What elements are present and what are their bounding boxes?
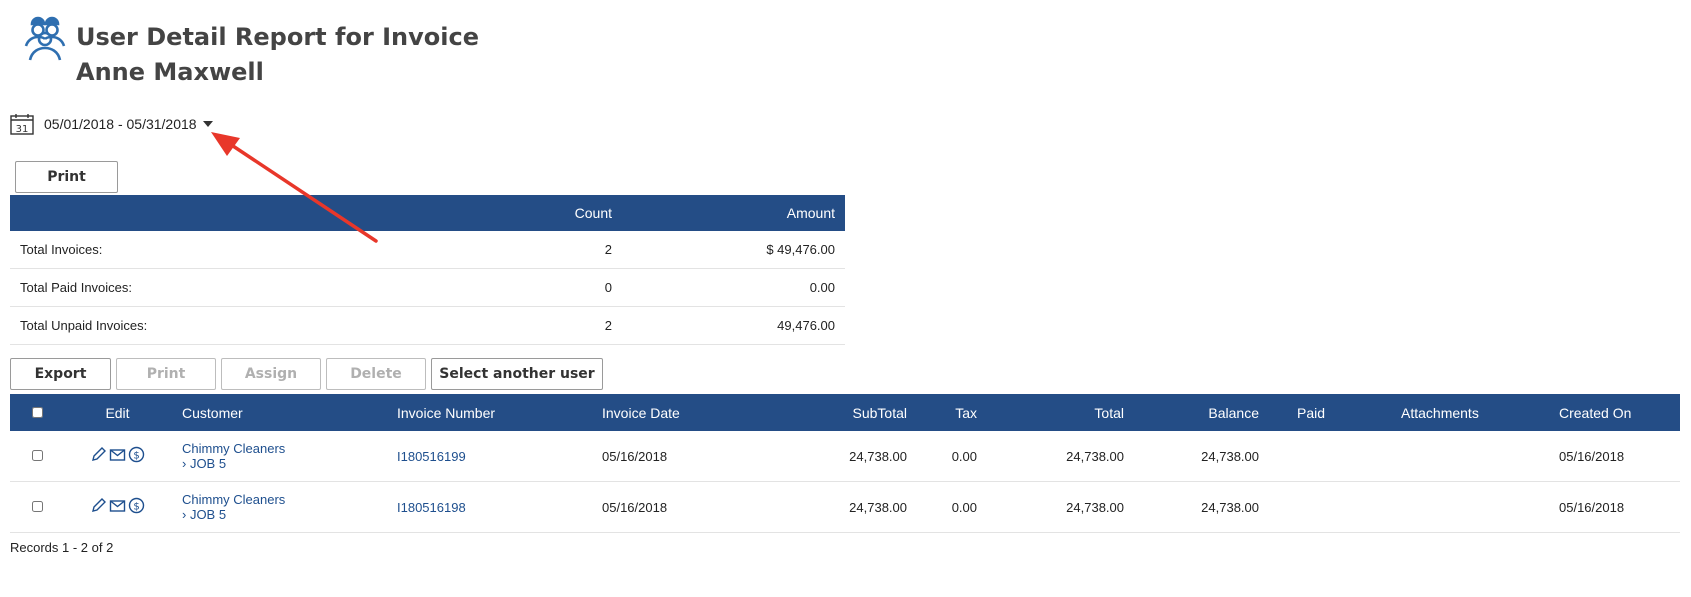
col-tax[interactable]: Tax <box>907 394 977 431</box>
delete-button[interactable]: Delete <box>326 358 426 390</box>
summary-label: Total Unpaid Invoices: <box>10 306 441 345</box>
balance: 24,738.00 <box>1124 431 1259 482</box>
invoice-number-link[interactable]: I180516198 <box>397 481 602 533</box>
users-group-icon <box>24 16 66 61</box>
email-icon[interactable] <box>109 446 126 463</box>
col-edit[interactable]: Edit <box>53 394 182 431</box>
user-name: Anne Maxwell <box>76 58 264 86</box>
calendar-day: 31 <box>16 124 29 135</box>
customer-link[interactable]: Chimmy Cleaners <box>182 441 397 456</box>
attachments <box>1399 481 1529 533</box>
records-count: Records 1 - 2 of 2 <box>10 540 114 555</box>
summary-row: Total Invoices: 2 $ 49,476.00 <box>10 231 845 269</box>
job-link[interactable]: › JOB 5 <box>182 456 397 471</box>
summary-amount: $ 49,476.00 <box>613 231 845 269</box>
summary-col-count: Count <box>574 205 612 221</box>
pencil-icon[interactable] <box>90 497 107 514</box>
customer-link[interactable]: Chimmy Cleaners <box>182 492 397 507</box>
created-on: 05/16/2018 <box>1529 431 1680 482</box>
created-on: 05/16/2018 <box>1529 481 1680 533</box>
total: 24,738.00 <box>977 481 1124 533</box>
pencil-icon[interactable] <box>90 446 107 463</box>
col-balance[interactable]: Balance <box>1124 394 1259 431</box>
summary-table: Count Amount Total Invoices: 2 $ 49,476.… <box>10 195 845 345</box>
summary-count: 2 <box>441 231 613 269</box>
job-link[interactable]: › JOB 5 <box>182 507 397 522</box>
summary-count: 2 <box>441 306 613 345</box>
subtotal: 24,738.00 <box>767 431 907 482</box>
row-checkbox[interactable] <box>32 449 43 461</box>
attachments <box>1399 431 1529 482</box>
assign-button[interactable]: Assign <box>221 358 321 390</box>
table-row: $ Chimmy Cleaners › JOB 5 I180516199 05/… <box>10 431 1680 482</box>
select-all-checkbox[interactable] <box>32 406 43 418</box>
export-button[interactable]: Export <box>10 358 111 390</box>
col-paid[interactable]: Paid <box>1259 394 1399 431</box>
summary-label: Total Invoices: <box>10 231 441 269</box>
table-row: $ Chimmy Cleaners › JOB 5 I180516198 05/… <box>10 481 1680 533</box>
row-checkbox[interactable] <box>32 500 43 512</box>
page-header: User Detail Report for Invoice Anne Maxw… <box>18 14 479 90</box>
summary-label: Total Paid Invoices: <box>10 268 441 307</box>
email-icon[interactable] <box>109 497 126 514</box>
paid <box>1259 481 1399 533</box>
col-invoice-number[interactable]: Invoice Number <box>397 394 602 431</box>
balance: 24,738.00 <box>1124 481 1259 533</box>
select-another-user-button[interactable]: Select another user <box>431 358 603 390</box>
summary-count: 0 <box>441 268 613 307</box>
date-range-picker[interactable]: 31 05/01/2018 - 05/31/2018 <box>10 113 213 135</box>
grid-header-row: Edit Customer Invoice Number Invoice Dat… <box>10 394 1680 431</box>
svg-text:$: $ <box>133 451 139 462</box>
invoice-date: 05/16/2018 <box>602 431 767 482</box>
summary-print-button[interactable]: Print <box>15 161 118 193</box>
summary-col-label <box>10 195 441 231</box>
col-attachments[interactable]: Attachments <box>1399 394 1529 431</box>
col-total[interactable]: Total <box>977 394 1124 431</box>
summary-row: Total Unpaid Invoices: 2 49,476.00 <box>10 306 845 345</box>
caret-down-icon[interactable] <box>202 121 213 127</box>
tax: 0.00 <box>907 481 977 533</box>
summary-amount: 0.00 <box>613 268 845 307</box>
summary-header-row: Count Amount <box>10 195 845 231</box>
invoice-number-link[interactable]: I180516199 <box>397 431 602 482</box>
invoice-grid: Edit Customer Invoice Number Invoice Dat… <box>10 394 1680 533</box>
calendar-icon: 31 <box>10 114 34 135</box>
total: 24,738.00 <box>977 431 1124 482</box>
summary-amount: 49,476.00 <box>613 306 845 345</box>
invoice-date: 05/16/2018 <box>602 481 767 533</box>
col-subtotal[interactable]: SubTotal <box>767 394 907 431</box>
payment-icon[interactable]: $ <box>128 497 145 514</box>
print-button[interactable]: Print <box>116 358 216 390</box>
payment-icon[interactable]: $ <box>128 446 145 463</box>
summary-row: Total Paid Invoices: 0 0.00 <box>10 268 845 307</box>
svg-text:$: $ <box>133 502 139 513</box>
tax: 0.00 <box>907 431 977 482</box>
page-title: User Detail Report for Invoice <box>76 23 480 51</box>
paid <box>1259 431 1399 482</box>
col-invoice-date[interactable]: Invoice Date <box>602 394 767 431</box>
subtotal: 24,738.00 <box>767 481 907 533</box>
col-customer[interactable]: Customer <box>182 394 397 431</box>
summary-col-amount: Amount <box>786 205 835 221</box>
col-created-on[interactable]: Created On <box>1529 394 1680 431</box>
date-range-value[interactable]: 05/01/2018 - 05/31/2018 <box>44 116 197 132</box>
